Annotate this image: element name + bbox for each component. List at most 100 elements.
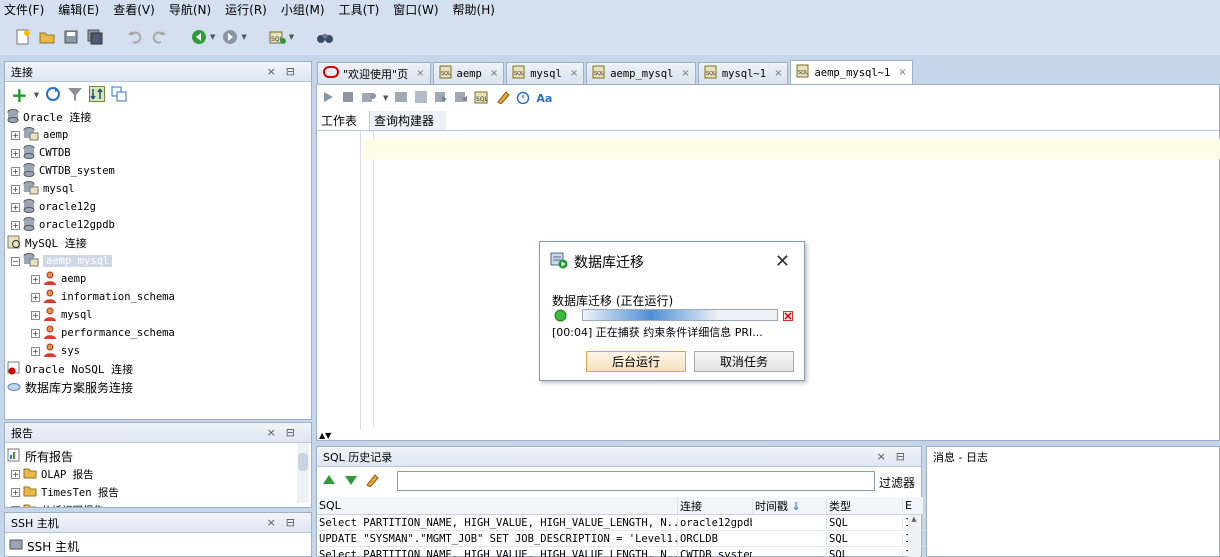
column-type[interactable]: 类型 [826, 497, 902, 514]
menu-view[interactable]: 查看(V) [113, 1, 155, 18]
rollback-icon[interactable] [454, 90, 468, 107]
menu-tools[interactable]: 工具(T) [339, 1, 380, 18]
close-tab-icon[interactable]: × [898, 67, 906, 78]
collapse-icon[interactable]: − [11, 256, 20, 266]
oracle-connections-group[interactable]: Oracle 连接 [7, 108, 311, 126]
sql-history-icon[interactable]: SQL [474, 90, 490, 107]
schema-sys[interactable]: + sys [7, 342, 311, 360]
table-row[interactable]: Select PARTITION_NAME, HIGH_VALUE, HIGH_… [317, 515, 923, 531]
close-tab-icon[interactable]: × [681, 68, 689, 79]
cancel-task-button[interactable]: 取消任务 [694, 351, 794, 372]
sql-worksheet-icon[interactable]: SQL [269, 28, 287, 46]
schema-information-schema[interactable]: + information_schema [7, 288, 311, 306]
refresh-icon[interactable] [45, 86, 61, 105]
expand-icon[interactable]: + [11, 505, 20, 507]
editor-tab[interactable]: SQL mysql~1 × [697, 62, 789, 84]
binoculars-icon[interactable] [316, 28, 334, 46]
expand-icon[interactable]: + [31, 346, 40, 356]
editor-tab[interactable]: SQL mysql × [506, 62, 585, 84]
ssh-hosts[interactable]: SSH 主机 [5, 537, 311, 555]
expand-icon[interactable]: + [31, 310, 40, 320]
menu-run[interactable]: 运行(R) [225, 1, 267, 18]
forward-icon[interactable] [221, 28, 239, 46]
reports-scrollbar[interactable] [297, 443, 309, 503]
mysql-connections-group[interactable]: MySQL 连接 [7, 234, 311, 252]
report-folder[interactable]: + OLAP 报告 [7, 465, 311, 483]
new-file-icon[interactable] [14, 28, 32, 46]
report-folder[interactable]: + TimesTen 报告 [7, 483, 311, 501]
add-connection-icon[interactable]: + [11, 85, 28, 105]
cloud-connections-group[interactable]: 数据库方案服务连接 [7, 378, 311, 396]
redo-icon[interactable] [150, 28, 168, 46]
column-sql[interactable]: SQL [317, 499, 677, 512]
expand-icon[interactable]: + [11, 469, 20, 479]
menu-navigate[interactable]: 导航(N) [169, 1, 211, 18]
menu-help[interactable]: 帮助(H) [453, 1, 495, 18]
commit-icon[interactable] [434, 90, 448, 107]
current-line-highlight[interactable] [363, 139, 1220, 159]
sql-worksheet-dropdown-icon[interactable]: ▼ [289, 33, 294, 41]
mysql-connection-aemp-mysql[interactable]: − aemp_mysql [7, 252, 311, 270]
menu-window[interactable]: 窗口(W) [393, 1, 438, 18]
oracle-connection-oracle12g[interactable]: + oracle12g [7, 198, 311, 216]
sql-tuning-icon[interactable] [414, 90, 428, 107]
oracle-connection-cwtdb_system[interactable]: + CWTDB_system [7, 162, 311, 180]
panel-controls-icon[interactable]: ×⊟ [267, 516, 305, 529]
editor-tab[interactable]: "欢迎使用"页 × [317, 62, 431, 84]
schema-mysql[interactable]: + mysql [7, 306, 311, 324]
filter-icon[interactable] [67, 86, 83, 105]
expand-icon[interactable]: + [11, 184, 20, 194]
history-scrollbar[interactable]: ▲ [908, 515, 920, 557]
column-timestamp[interactable]: 时间戳 ⇓ [752, 497, 826, 514]
tab-query-builder[interactable]: 查询构建器 [370, 111, 447, 130]
filter-label[interactable]: 过滤器 [879, 474, 915, 491]
close-tab-icon[interactable]: × [774, 68, 782, 79]
column-connection[interactable]: 连接 [677, 497, 752, 514]
expand-icon[interactable]: + [11, 220, 20, 230]
schema-browser-icon[interactable] [89, 85, 106, 105]
expand-icon[interactable]: + [11, 166, 20, 176]
nosql-connections-group[interactable]: Oracle NoSQL 连接 [7, 360, 311, 378]
close-tab-icon[interactable]: × [570, 68, 578, 79]
add-connection-dropdown-icon[interactable]: ▼ [34, 91, 39, 99]
oracle-connection-aemp[interactable]: + aemp [7, 126, 311, 144]
oracle-connection-oracle12gpdb[interactable]: + oracle12gpdb [7, 216, 311, 234]
report-folder[interactable]: + 分析视图报告 [7, 501, 311, 507]
open-folder-icon[interactable] [38, 28, 56, 46]
menu-edit[interactable]: 编辑(E) [58, 1, 99, 18]
column-e[interactable]: E [902, 499, 912, 512]
format-text-icon[interactable]: Aa [536, 92, 552, 105]
oracle-connection-mysql[interactable]: + mysql [7, 180, 311, 198]
close-tab-icon[interactable]: × [416, 68, 424, 79]
collapse-tree-icon[interactable] [111, 86, 127, 105]
clear-history-icon[interactable] [365, 473, 379, 490]
expand-icon[interactable]: + [11, 202, 20, 212]
expand-icon[interactable]: + [11, 130, 20, 140]
run-in-background-button[interactable]: 后台运行 [586, 351, 686, 372]
run-script-icon[interactable] [341, 90, 355, 107]
menu-team[interactable]: 小组(M) [281, 1, 325, 18]
close-icon[interactable]: ✕ [775, 251, 790, 272]
editor-tab[interactable]: SQL aemp_mysql~1 × [790, 60, 913, 84]
save-icon[interactable] [62, 28, 80, 46]
save-all-icon[interactable] [86, 28, 104, 46]
expand-icon[interactable]: + [11, 487, 20, 497]
tab-worksheet[interactable]: 工作表 [317, 111, 371, 130]
oracle-connection-cwtdb[interactable]: + CWTDB [7, 144, 311, 162]
table-row[interactable]: UPDATE "SYSMAN"."MGMT_JOB" SET JOB_DESCR… [317, 531, 923, 547]
run-statement-icon[interactable] [321, 90, 335, 107]
table-row[interactable]: Select PARTITION_NAME, HIGH_VALUE, HIGH_… [317, 547, 923, 557]
timer-icon[interactable] [516, 90, 530, 107]
autotrace-icon[interactable] [361, 90, 377, 107]
panel-controls-icon[interactable]: ×⊟ [267, 426, 305, 439]
expand-icon[interactable]: + [31, 292, 40, 302]
expand-icon[interactable]: + [11, 148, 20, 158]
back-icon[interactable] [190, 28, 208, 46]
expand-icon[interactable]: + [31, 328, 40, 338]
panel-controls-icon[interactable]: ×⊟ [877, 450, 915, 463]
autotrace-dropdown-icon[interactable]: ▼ [383, 94, 388, 102]
append-icon[interactable] [343, 472, 359, 491]
undo-icon[interactable] [126, 28, 144, 46]
editor-resize-arrows[interactable]: ▲▼ [316, 431, 1220, 441]
editor-tab[interactable]: SQL aemp × [432, 62, 505, 84]
